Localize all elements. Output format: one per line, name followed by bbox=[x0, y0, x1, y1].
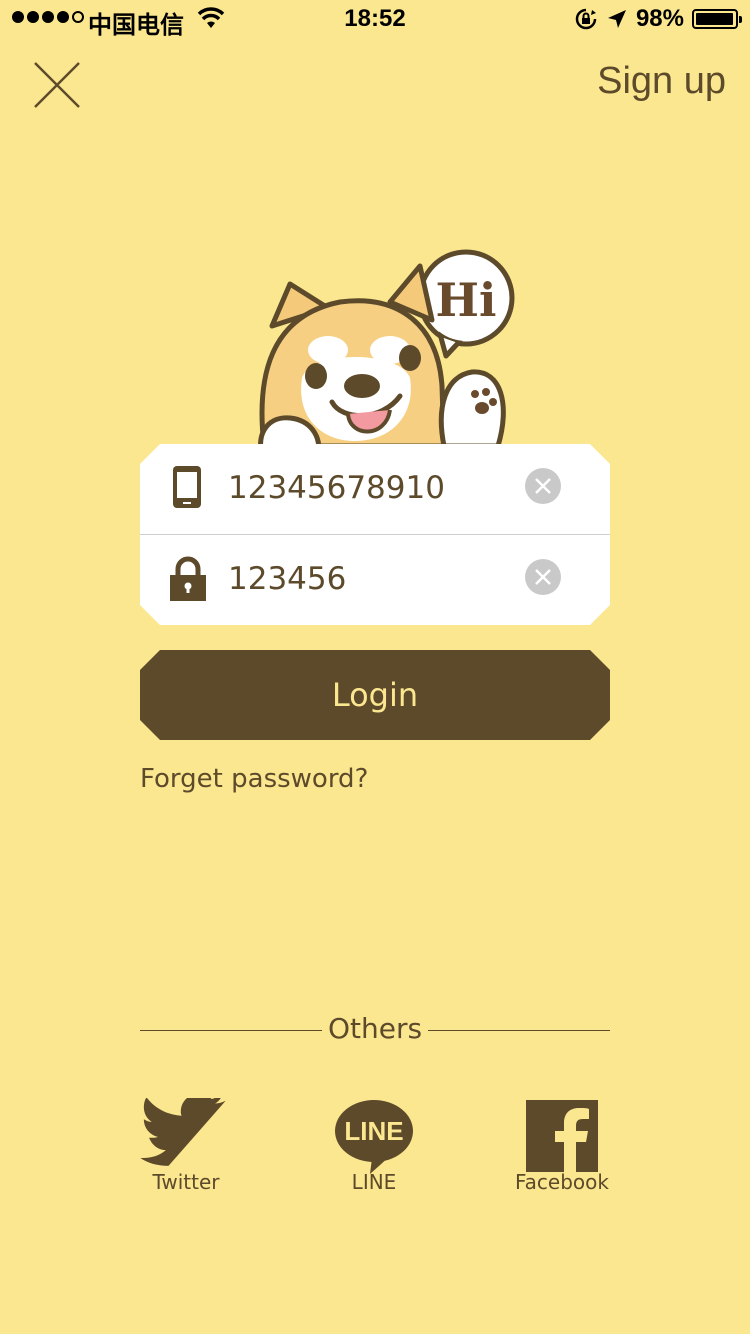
status-bar: 中国电信 18:52 98% bbox=[0, 0, 750, 40]
speech-bubble: Hi bbox=[417, 249, 515, 359]
location-arrow-icon bbox=[607, 10, 626, 28]
others-divider-left bbox=[140, 1030, 322, 1031]
login-form-card bbox=[140, 444, 610, 625]
speech-bubble-text: Hi bbox=[436, 273, 497, 327]
login-screen: 中国电信 18:52 98% Sign up Hi 12345678910 12… bbox=[0, 0, 750, 1334]
others-label: Others bbox=[327, 1012, 423, 1045]
mascot-dog-illustration: Hi bbox=[258, 249, 515, 459]
facebook-icon bbox=[526, 1100, 598, 1172]
clear-phone-button[interactable] bbox=[525, 468, 561, 504]
phone-input[interactable] bbox=[228, 462, 508, 514]
line-login-button[interactable]: LINE LINE bbox=[314, 1098, 434, 1194]
others-divider-right bbox=[428, 1030, 610, 1031]
twitter-label: Twitter bbox=[152, 1170, 220, 1194]
battery-percent: 98% bbox=[635, 5, 684, 32]
login-button[interactable]: Login bbox=[140, 650, 610, 740]
close-button[interactable] bbox=[30, 58, 84, 112]
facebook-login-button[interactable]: Facebook bbox=[502, 1098, 622, 1194]
clear-icon bbox=[535, 478, 551, 494]
rotation-lock-icon bbox=[575, 8, 597, 30]
phone-field-row bbox=[140, 444, 610, 534]
line-icon: LINE bbox=[335, 1100, 413, 1174]
clear-icon bbox=[535, 569, 551, 585]
line-label: LINE bbox=[351, 1170, 397, 1194]
login-button-label: Login bbox=[331, 676, 419, 714]
password-input[interactable] bbox=[228, 553, 508, 605]
twitter-icon bbox=[140, 1098, 226, 1166]
facebook-label: Facebook bbox=[515, 1170, 609, 1194]
phone-icon bbox=[173, 466, 201, 508]
twitter-login-button[interactable]: Twitter bbox=[126, 1098, 246, 1194]
svg-text:LINE: LINE bbox=[344, 1116, 403, 1146]
clear-password-button[interactable] bbox=[525, 559, 561, 595]
battery-icon bbox=[692, 9, 742, 29]
sign-up-link[interactable]: Sign up bbox=[597, 60, 726, 103]
password-field-row bbox=[140, 535, 610, 625]
lock-icon bbox=[170, 556, 206, 601]
forget-password-link[interactable]: Forget password? bbox=[140, 764, 368, 794]
